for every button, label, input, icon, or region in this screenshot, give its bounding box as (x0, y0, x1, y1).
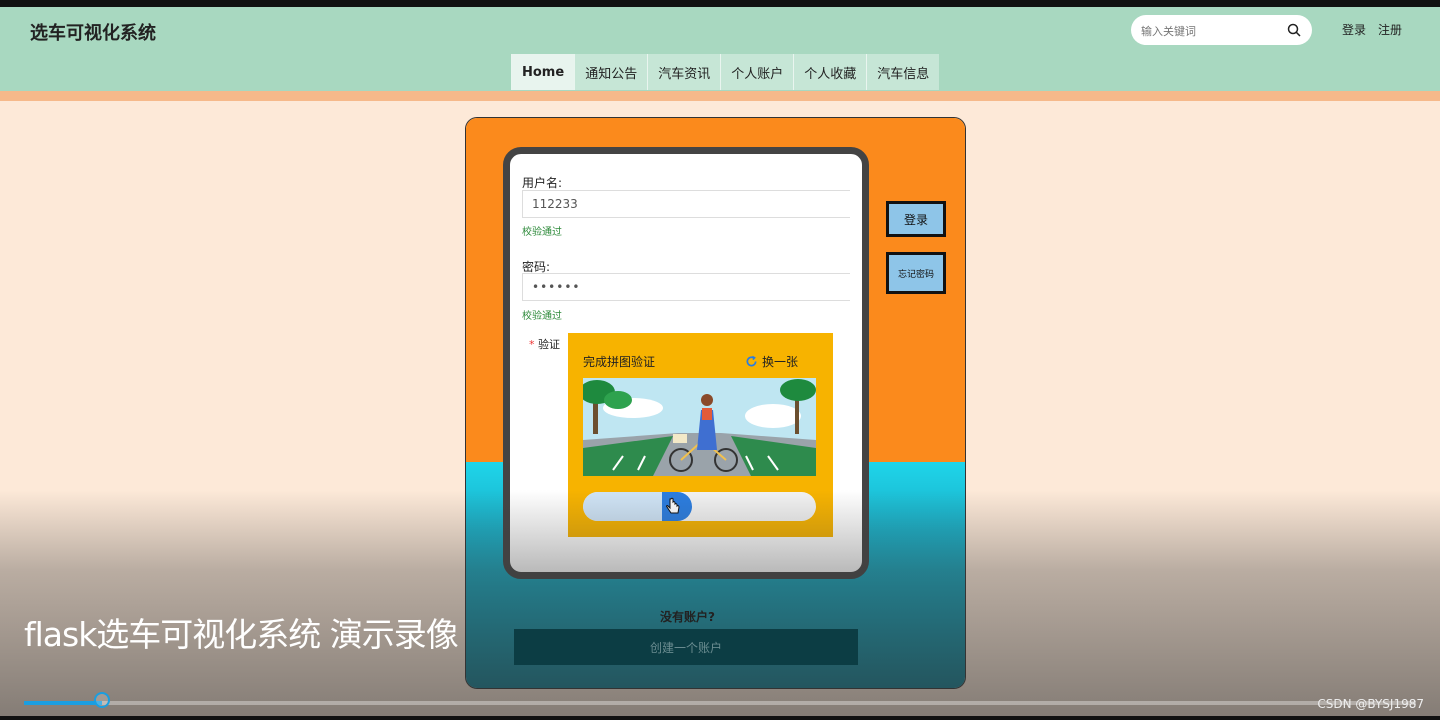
login-form-panel: 用户名: 112233 校验通过 密码: •••••• 校验通过 * 验证 完成… (503, 147, 869, 579)
password-field[interactable]: •••••• (522, 273, 850, 301)
verify-label: * 验证 (529, 336, 560, 352)
forgot-password-button[interactable]: 忘记密码 (886, 252, 946, 294)
nav-item-home[interactable]: Home (511, 54, 575, 90)
watermark: CSDN @BYSJ1987 (1317, 697, 1424, 711)
username-status: 校验通过 (522, 227, 562, 238)
nav-item-account[interactable]: 个人账户 (720, 54, 794, 90)
header-register-link[interactable]: 注册 (1378, 21, 1402, 38)
username-label: 用户名: (522, 176, 563, 190)
refresh-label: 换一张 (761, 355, 798, 369)
no-account-text: 没有账户? (660, 610, 715, 624)
hand-cursor-icon (666, 497, 680, 514)
puzzle-captcha: 完成拼图验证 换一张 (568, 333, 833, 537)
search-input[interactable] (1139, 21, 1283, 41)
password-status: 校验通过 (522, 311, 562, 322)
site-header: 选车可视化系统 登录 注册 Home 通知公告 汽车资讯 个人账户 个人收藏 汽… (0, 7, 1440, 91)
login-button[interactable]: 登录 (886, 201, 946, 237)
captcha-refresh-button[interactable]: 换一张 (745, 353, 798, 370)
captcha-puzzle-image (583, 378, 816, 476)
username-field[interactable]: 112233 (522, 190, 850, 218)
video-progress-fill (24, 701, 102, 705)
captcha-slider-track[interactable] (583, 492, 816, 521)
required-mark: * (529, 338, 535, 351)
captcha-title: 完成拼图验证 (583, 355, 656, 369)
create-account-button[interactable]: 创建一个账户 (514, 629, 858, 665)
video-progress-knob[interactable] (93, 692, 110, 708)
nav-item-car-info[interactable]: 汽车信息 (866, 54, 940, 90)
bottom-strip (0, 716, 1440, 720)
nav-item-car-news[interactable]: 汽车资讯 (647, 54, 721, 90)
verify-label-text: 验证 (538, 338, 560, 351)
site-title: 选车可视化系统 (30, 23, 156, 44)
video-title: flask选车可视化系统 演示录像 (24, 615, 459, 654)
nav-item-favorites[interactable]: 个人收藏 (793, 54, 867, 90)
search-box[interactable] (1131, 15, 1312, 45)
refresh-icon (746, 355, 757, 367)
top-strip (0, 0, 1440, 7)
header-login-link[interactable]: 登录 (1342, 21, 1366, 38)
main-nav: Home 通知公告 汽车资讯 个人账户 个人收藏 汽车信息 (511, 54, 940, 90)
captcha-slider-handle[interactable] (662, 492, 692, 521)
video-progress-bar[interactable] (24, 692, 1416, 708)
nav-item-notices[interactable]: 通知公告 (574, 54, 648, 90)
header-accent-bar (0, 91, 1440, 101)
search-icon[interactable] (1286, 22, 1302, 38)
